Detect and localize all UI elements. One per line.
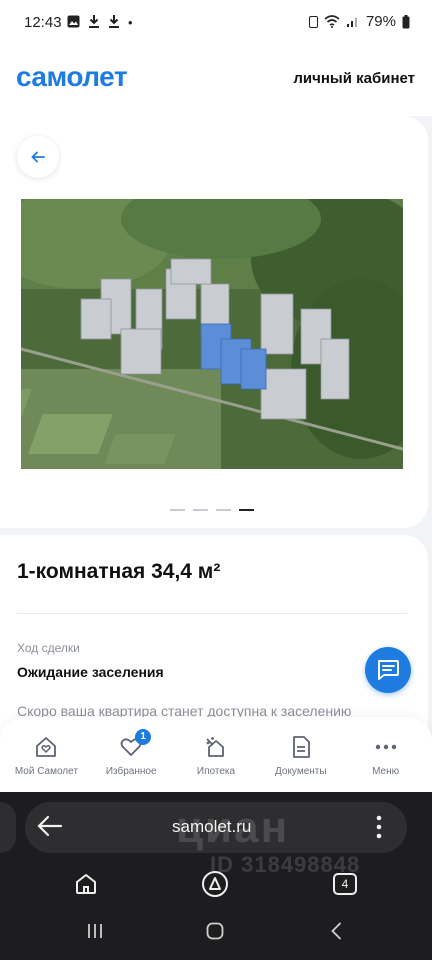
signal-icon [346, 18, 357, 27]
status-bar: 12:43 • 79% [0, 0, 432, 46]
back-button[interactable] [17, 136, 59, 178]
gallery-dot-active[interactable] [239, 509, 254, 511]
more-icon [343, 736, 428, 758]
home-system-button[interactable] [206, 922, 224, 945]
divider [17, 613, 407, 614]
system-indicators: 79% [308, 13, 410, 30]
recents-icon [88, 924, 102, 938]
browser-menu-button[interactable] [375, 815, 383, 844]
notification-icons: • [67, 14, 133, 32]
browser-back-button[interactable] [37, 814, 63, 843]
tabs-count-button[interactable]: 4 [333, 873, 357, 895]
nav-label: Меню [372, 766, 400, 777]
chevron-left-icon [331, 922, 341, 940]
arrow-left-icon [31, 151, 45, 163]
home-heart-icon [4, 736, 89, 758]
battery-percent: 79% [365, 13, 396, 30]
nav-label: Избранное [105, 766, 157, 777]
wifi-icon [324, 15, 340, 28]
nav-my-samolet[interactable]: Мой Самолет [4, 717, 89, 792]
alice-assistant-button[interactable] [201, 870, 229, 898]
samolet-logo[interactable]: самолет [16, 61, 128, 93]
nav-documents[interactable]: Документы [258, 717, 343, 792]
nav-label: Ипотека [196, 766, 236, 777]
mortgage-icon [174, 736, 259, 758]
kebab-menu-icon [376, 815, 382, 839]
nav-menu[interactable]: Меню [343, 717, 428, 792]
gallery-dot[interactable] [193, 509, 208, 511]
url-text[interactable]: samolet.ru [172, 817, 251, 837]
home-circle-icon [206, 922, 224, 940]
nav-label: Мой Самолет [14, 766, 78, 777]
gallery-dot[interactable] [216, 509, 231, 511]
chat-icon [378, 659, 399, 680]
residential-complex-photo[interactable] [21, 199, 403, 469]
nav-label: Документы [275, 766, 327, 777]
gallery-pagination [170, 509, 254, 511]
side-panel-handle[interactable] [0, 802, 16, 853]
home-icon [76, 874, 96, 894]
nav-favorites[interactable]: 1 Избранное [89, 717, 174, 792]
recent-apps-button[interactable] [86, 922, 104, 945]
browser-home-button[interactable] [72, 870, 100, 898]
download-icon [108, 14, 120, 32]
download-icon [88, 14, 100, 32]
status-time: 12:43 [24, 14, 62, 31]
battery-saver-icon [308, 15, 318, 28]
arrow-left-icon [37, 815, 63, 837]
apartment-title: 1-комнатная 34,4 м² [17, 560, 221, 583]
gallery-notification-icon [67, 15, 80, 32]
bottom-navigation: Мой Самолет 1 Избранное Ипотека Документ… [0, 717, 432, 792]
battery-icon [402, 14, 410, 28]
chat-button[interactable] [365, 647, 411, 693]
heart-icon [89, 736, 174, 758]
nav-mortgage[interactable]: Ипотека [174, 717, 259, 792]
deal-progress-label: Ход сделки [17, 641, 80, 655]
deal-status: Ожидание заселения [17, 664, 164, 680]
more-notifications-icon: • [128, 15, 133, 30]
alice-icon [202, 871, 228, 897]
personal-cabinet-link[interactable]: личный кабинет [293, 70, 415, 87]
document-icon [258, 736, 343, 758]
back-system-button[interactable] [329, 922, 343, 945]
gallery-dot[interactable] [170, 509, 185, 511]
app-header: самолет личный кабинет [0, 46, 432, 116]
